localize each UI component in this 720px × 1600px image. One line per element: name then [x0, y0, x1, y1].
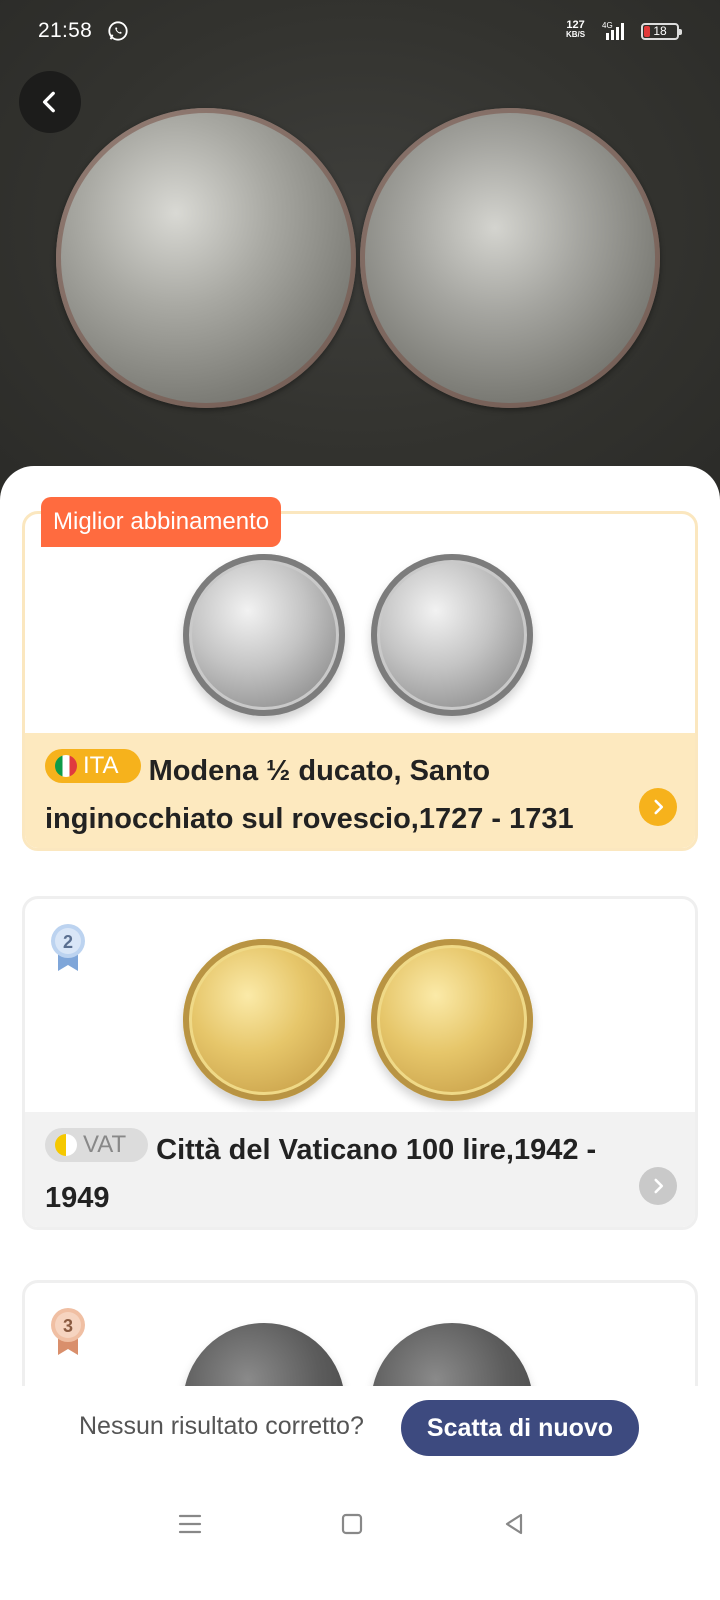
chevron-left-icon — [42, 91, 55, 113]
italy-flag-icon — [55, 755, 77, 777]
network-speed: 127 KB/S — [566, 19, 586, 40]
coin-reverse-image — [371, 554, 533, 716]
menu-icon[interactable] — [176, 1510, 204, 1538]
chevron-right-icon — [654, 799, 664, 815]
status-time: 21:58 — [38, 19, 93, 42]
retake-photo-button[interactable]: Scatta di nuovo — [401, 1400, 639, 1456]
result-title-line: VAT Città del Vaticano 100 lire,1942 - 1… — [45, 1126, 605, 1222]
scanned-photo: 21:58 127 KB/S 4G 18 — [0, 0, 720, 500]
signal-icon: 4G — [602, 21, 624, 40]
result-card-1[interactable]: ITA Modena ½ ducato, Santo inginocchiato… — [22, 511, 698, 851]
result-card-2[interactable]: 2 VAT Città del Vaticano 100 lire,1942 -… — [22, 896, 698, 1230]
result-card-3[interactable]: 3 — [22, 1280, 698, 1386]
country-badge: ITA — [45, 749, 141, 783]
battery-level: 18 — [653, 24, 667, 38]
country-code: VAT — [83, 1131, 127, 1158]
system-nav-bar — [0, 1496, 720, 1556]
coin-obverse-image — [183, 1323, 345, 1386]
back-nav-icon[interactable] — [500, 1510, 528, 1538]
scanned-coin-reverse — [360, 108, 660, 408]
bottom-bar: Nessun risultato corretto? Scatta di nuo… — [0, 1386, 720, 1600]
network-type-label: 4G — [602, 21, 613, 30]
results-sheet[interactable]: ITA Modena ½ ducato, Santo inginocchiato… — [0, 466, 720, 1386]
country-code: ITA — [83, 752, 119, 779]
coin-reverse-image — [371, 939, 533, 1101]
no-correct-result-text: Nessun risultato corretto? — [79, 1412, 364, 1440]
coin-images — [25, 899, 695, 1117]
coin-obverse-image — [183, 554, 345, 716]
back-button[interactable] — [19, 71, 81, 133]
best-match-badge: Miglior abbinamento — [41, 497, 282, 547]
vatican-flag-icon — [55, 1134, 77, 1156]
home-icon[interactable] — [338, 1510, 366, 1538]
scanned-coin-obverse — [56, 108, 356, 408]
result-title-line: ITA Modena ½ ducato, Santo inginocchiato… — [45, 747, 605, 843]
country-badge: VAT — [45, 1128, 149, 1162]
whatsapp-icon — [108, 21, 128, 41]
open-result-button[interactable] — [639, 1167, 677, 1205]
coin-obverse-image — [183, 939, 345, 1101]
status-bar: 21:58 127 KB/S 4G 18 — [0, 0, 720, 62]
result-info: ITA Modena ½ ducato, Santo inginocchiato… — [25, 733, 695, 848]
open-result-button[interactable] — [639, 788, 677, 826]
battery-icon: 18 — [641, 23, 682, 40]
chevron-right-icon — [654, 1178, 664, 1194]
coin-images — [25, 1283, 695, 1386]
coin-reverse-image — [371, 1323, 533, 1386]
result-info: VAT Città del Vaticano 100 lire,1942 - 1… — [25, 1112, 695, 1227]
